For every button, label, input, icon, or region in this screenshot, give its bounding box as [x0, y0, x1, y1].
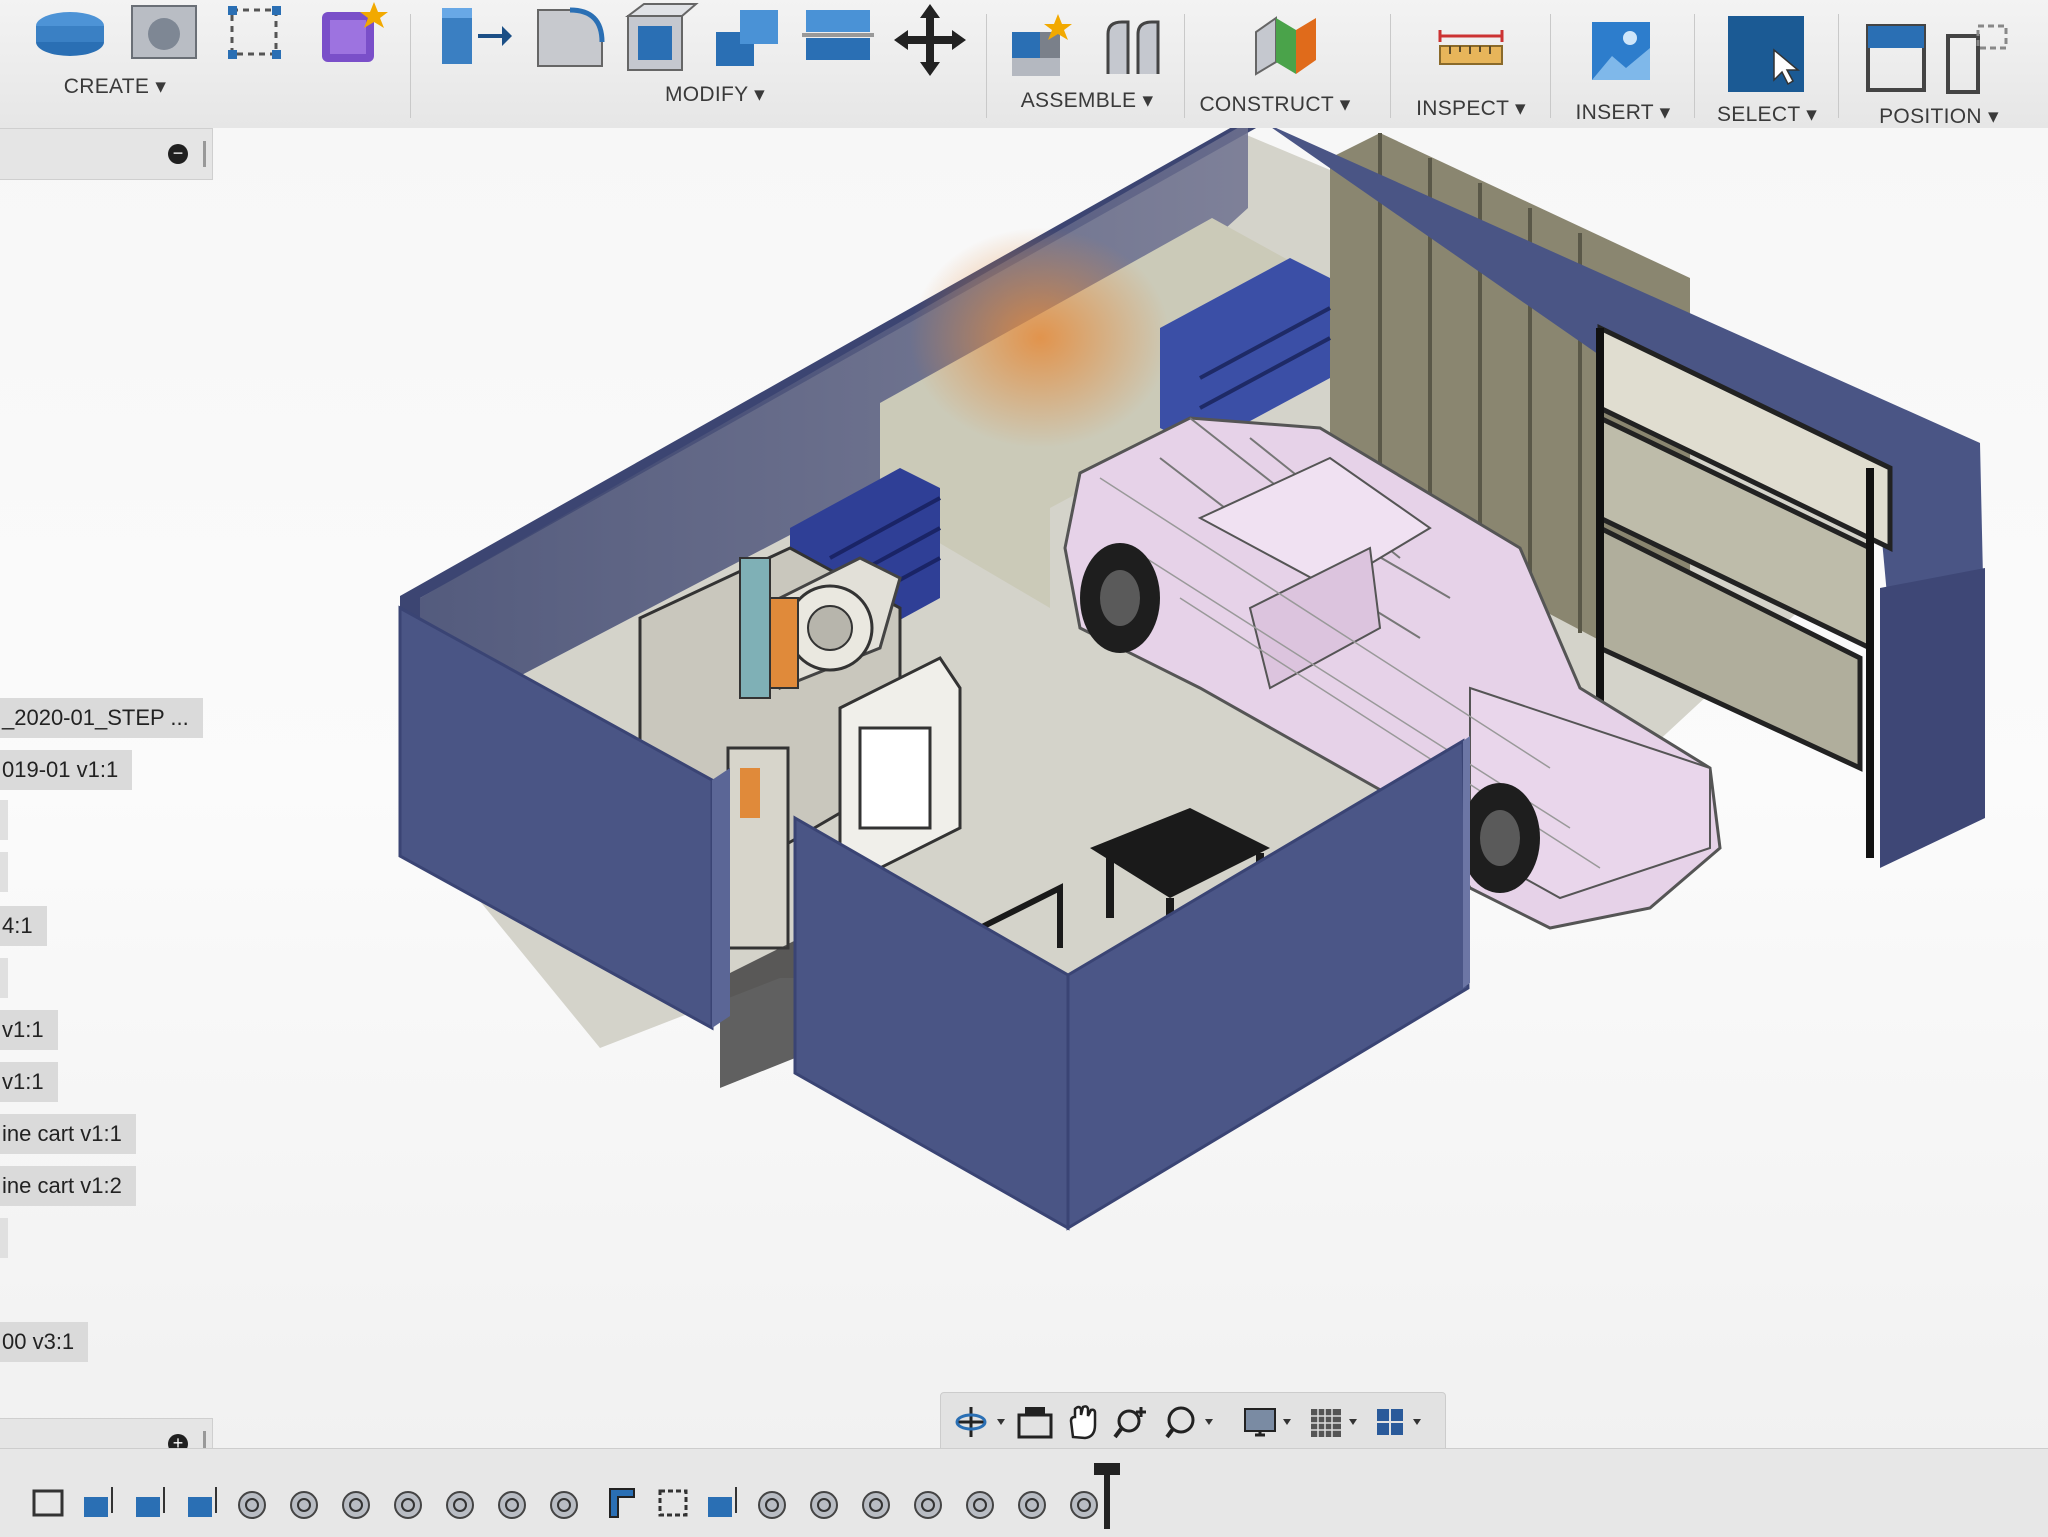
capture-position-icon[interactable]: [1864, 22, 1934, 94]
revolve-icon[interactable]: [126, 0, 206, 64]
create-label[interactable]: CREATE ▾: [20, 74, 210, 99]
insert-label[interactable]: INSERT ▾: [1556, 100, 1690, 125]
orbit-icon[interactable]: [953, 1403, 1009, 1446]
timeline-joint-icon[interactable]: [236, 1483, 276, 1528]
timeline-joint-icon[interactable]: [964, 1483, 1004, 1528]
garage-model[interactable]: [0, 118, 2048, 1448]
grid-settings-icon[interactable]: [1307, 1403, 1365, 1446]
create-group: CREATE ▾: [0, 0, 400, 128]
select-cursor-icon[interactable]: [1726, 14, 1806, 94]
move-icon[interactable]: [892, 2, 968, 78]
timeline-joint-icon[interactable]: [340, 1483, 380, 1528]
canvas-viewport[interactable]: − _2020-01_STEP ... 019-01 v1:1 4:1 v1:1…: [0, 118, 2048, 1470]
revert-position-icon[interactable]: [1944, 22, 2014, 94]
browser-item[interactable]: 4:1: [0, 906, 47, 946]
panel-grip[interactable]: [203, 141, 206, 167]
modify-group: MODIFY ▾: [420, 0, 980, 128]
right-wall-end: [1880, 568, 1985, 868]
browser-item[interactable]: v1:1: [0, 1010, 58, 1050]
sketch-rectangle-icon[interactable]: [222, 0, 288, 64]
toolbar-separator: [410, 14, 411, 118]
viewports-icon[interactable]: [1373, 1403, 1431, 1446]
select-label[interactable]: SELECT ▾: [1700, 102, 1834, 127]
pan-icon[interactable]: [1063, 1403, 1103, 1446]
form-icon[interactable]: [314, 0, 390, 64]
construct-group: CONSTRUCT ▾: [1190, 0, 1360, 128]
press-pull-icon[interactable]: [434, 0, 514, 70]
timeline-joint-icon[interactable]: [912, 1483, 952, 1528]
collapse-browser-button[interactable]: −: [168, 144, 188, 164]
assemble-label[interactable]: ASSEMBLE ▾: [992, 88, 1182, 113]
display-settings-icon[interactable]: [1241, 1403, 1299, 1446]
timeline-extrude-icon[interactable]: [132, 1483, 172, 1528]
timeline-joint-icon[interactable]: [1016, 1483, 1056, 1528]
modify-label[interactable]: MODIFY ▾: [600, 82, 830, 107]
timeline-joint-icon[interactable]: [392, 1483, 432, 1528]
timeline-joint-icon[interactable]: [548, 1483, 588, 1528]
timeline-extrude-icon[interactable]: [184, 1483, 224, 1528]
toolbar-separator: [1184, 14, 1185, 118]
combine-icon[interactable]: [710, 2, 790, 72]
navigation-bar: [940, 1392, 1446, 1452]
timeline-joint-icon[interactable]: [756, 1483, 796, 1528]
browser-item[interactable]: 00 v3:1: [0, 1322, 89, 1362]
browser-item-stub[interactable]: [0, 1218, 8, 1258]
fillet-icon[interactable]: [530, 0, 610, 70]
timeline-joint-icon[interactable]: [860, 1483, 900, 1528]
browser-item-stub[interactable]: [0, 800, 8, 840]
browser-panel-header[interactable]: −: [0, 128, 213, 180]
inspect-group: INSPECT ▾: [1396, 0, 1546, 128]
timeline-joint-icon[interactable]: [444, 1483, 484, 1528]
measure-icon[interactable]: [1436, 26, 1508, 76]
timeline-sketch-icon[interactable]: [654, 1483, 694, 1528]
ceiling-light-glow: [910, 228, 1170, 448]
timeline-joint-icon[interactable]: [1068, 1483, 1108, 1528]
browser-item[interactable]: ine cart v1:2: [0, 1166, 136, 1206]
timeline-extrude-icon[interactable]: [704, 1483, 744, 1528]
fit-icon[interactable]: [1163, 1403, 1221, 1446]
extrude-icon[interactable]: [28, 4, 108, 64]
toolbar-separator: [1838, 14, 1839, 118]
browser-item[interactable]: v1:1: [0, 1062, 58, 1102]
timeline-marker-handle[interactable]: [1094, 1463, 1120, 1475]
insert-canvas-icon[interactable]: [1588, 18, 1654, 84]
shell-icon[interactable]: [620, 2, 700, 72]
construct-label[interactable]: CONSTRUCT ▾: [1190, 92, 1360, 117]
insert-group: INSERT ▾: [1556, 0, 1690, 128]
joint-icon[interactable]: [1098, 14, 1168, 78]
toolbar-separator: [1694, 14, 1695, 118]
timeline-component-icon[interactable]: [604, 1483, 644, 1528]
position-group: POSITION ▾: [1844, 0, 2034, 128]
inspect-label[interactable]: INSPECT ▾: [1396, 96, 1546, 121]
browser-item[interactable]: _2020-01_STEP ...: [0, 698, 203, 738]
toolbar-separator: [1550, 14, 1551, 118]
timeline-joint-icon[interactable]: [496, 1483, 536, 1528]
position-label[interactable]: POSITION ▾: [1844, 104, 2034, 129]
timeline-joint-icon[interactable]: [288, 1483, 328, 1528]
toolbar-separator: [986, 14, 987, 118]
zoom-icon[interactable]: [1113, 1403, 1153, 1446]
browser-item-stub[interactable]: [0, 852, 8, 892]
browser-item[interactable]: 019-01 v1:1: [0, 750, 133, 790]
assemble-group: ASSEMBLE ▾: [992, 0, 1182, 128]
browser-item-stub[interactable]: [0, 958, 8, 998]
toolbar-separator: [1390, 14, 1391, 118]
split-body-icon[interactable]: [798, 4, 878, 74]
construct-plane-icon[interactable]: [1250, 12, 1324, 82]
new-component-icon[interactable]: [1006, 10, 1076, 80]
timeline-marker[interactable]: [1104, 1469, 1110, 1529]
select-group: SELECT ▾: [1700, 0, 1834, 128]
timeline-sketch-icon[interactable]: [30, 1483, 70, 1528]
toolbar: CREATE ▾ MODIFY ▾ ASSEMBLE ▾ CONSTRUCT ▾…: [0, 0, 2048, 129]
browser-item[interactable]: ine cart v1:1: [0, 1114, 136, 1154]
timeline-joint-icon[interactable]: [808, 1483, 848, 1528]
timeline-extrude-icon[interactable]: [80, 1483, 120, 1528]
look-at-icon[interactable]: [1015, 1403, 1055, 1446]
timeline: [0, 1448, 2048, 1537]
